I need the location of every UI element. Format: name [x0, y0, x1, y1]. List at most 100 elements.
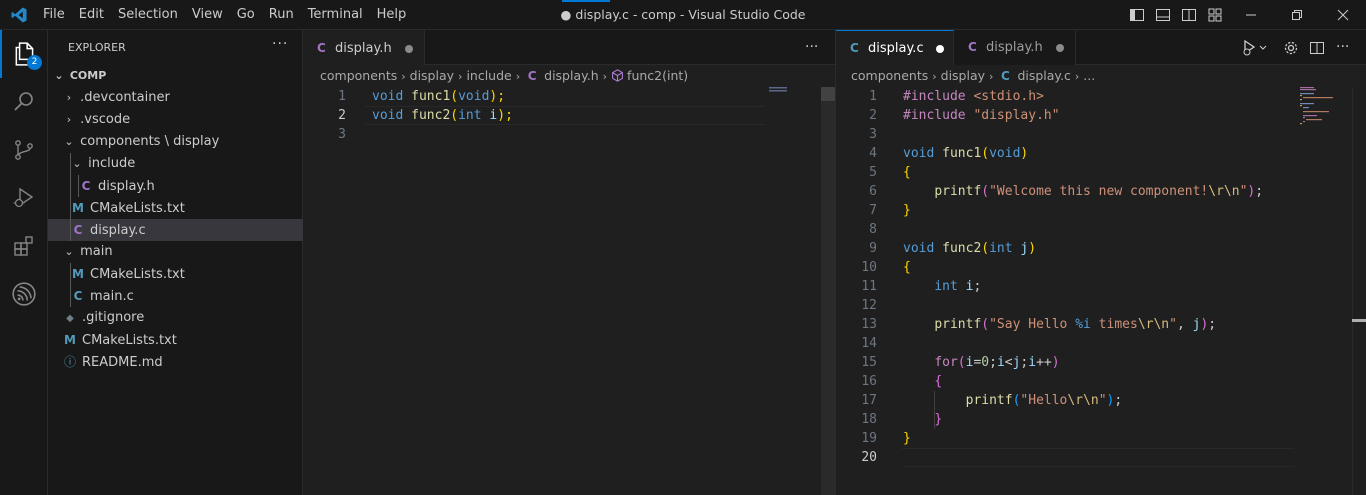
chevron-down-icon: ⌄	[54, 69, 64, 82]
crumb-display[interactable]: display	[410, 68, 454, 83]
code-line[interactable]: #include "display.h"	[903, 106, 1060, 125]
code-token: ;	[989, 355, 997, 370]
code-token: func2	[411, 108, 451, 123]
activity-source-control[interactable]	[0, 126, 48, 174]
code-line[interactable]: #include <stdio.h>	[903, 87, 1044, 106]
menu-help[interactable]: Help	[370, 0, 414, 30]
menu-terminal[interactable]: Terminal	[301, 0, 370, 30]
code-line[interactable]: printf("Welcome this new component!\r\n"…	[903, 182, 1263, 201]
code-token: %i	[1075, 317, 1091, 332]
customize-layout-icon[interactable]	[1207, 7, 1223, 23]
crumb-components[interactable]: components	[851, 68, 928, 83]
code-line[interactable]: }	[903, 429, 911, 448]
code-token: #include	[903, 89, 966, 104]
tree-item-vscode[interactable]: › .vscode	[48, 109, 316, 131]
activity-search[interactable]	[0, 78, 48, 126]
crumb-display[interactable]: display	[941, 68, 985, 83]
tree-item-cmakelists-root[interactable]: M CMakeLists.txt	[48, 329, 316, 351]
tree-item-main-c[interactable]: Cmain.c	[48, 285, 324, 307]
tree-item-gitignore[interactable]: ◆ .gitignore	[48, 307, 316, 329]
unsaved-dot-icon[interactable]	[936, 45, 944, 53]
code-token: printf	[934, 184, 982, 199]
code-token: (	[981, 184, 990, 199]
tree-item-include[interactable]: ⌄ include	[48, 153, 324, 175]
crumb-symbol[interactable]: func2(int)	[627, 68, 688, 83]
c-file-icon: C	[81, 179, 91, 193]
right-minimap[interactable]	[1300, 87, 1346, 127]
code-line[interactable]: {	[903, 163, 911, 182]
right-editor[interactable]: components › display › Cdisplay.c ›... 123456…	[836, 65, 1366, 495]
menu-go[interactable]: Go	[230, 0, 262, 30]
crumb-include[interactable]: include	[466, 68, 511, 83]
code-line[interactable]: {	[903, 258, 911, 277]
toggle-primary-sidebar-icon[interactable]	[1129, 7, 1145, 23]
extensions-icon	[14, 236, 33, 256]
git-file-icon: ◆	[66, 313, 74, 324]
tab-display-c[interactable]: C display.c	[836, 30, 954, 65]
right-editor-more-actions[interactable]: ···	[1336, 30, 1349, 65]
unsaved-dot-icon[interactable]	[1056, 44, 1064, 52]
activity-espressif[interactable]	[0, 270, 48, 318]
toggle-panel-icon[interactable]	[1155, 7, 1171, 23]
toggle-secondary-sidebar-icon[interactable]	[1181, 7, 1197, 23]
minimize-button[interactable]	[1228, 0, 1274, 30]
symbol-method-icon	[612, 69, 623, 82]
code-line[interactable]: void func1(void);	[372, 87, 505, 106]
menu-edit[interactable]: Edit	[72, 0, 111, 30]
tree-item-cmakelists-main[interactable]: M CMakeLists.txt	[48, 263, 324, 285]
tab-display-h-left[interactable]: C display.h	[303, 30, 425, 65]
menu-run[interactable]: Run	[262, 0, 301, 30]
folder-root-label: COMP	[69, 69, 107, 82]
code-line[interactable]: void func1(void)	[903, 144, 1028, 163]
code-token: printf	[934, 317, 982, 332]
code-line[interactable]: for(i=0;i<j;i++)	[903, 353, 1059, 372]
vscode-logo-icon[interactable]	[10, 6, 28, 24]
split-editor-icon[interactable]	[1309, 40, 1325, 56]
activity-run-debug[interactable]	[0, 174, 48, 222]
left-minimap[interactable]	[769, 87, 799, 95]
code-line[interactable]: void func2(int j)	[903, 239, 1036, 258]
close-window-button[interactable]	[1320, 0, 1366, 30]
c-file-icon: C	[968, 40, 977, 54]
explorer-more-actions[interactable]: ···	[272, 36, 288, 52]
activity-extensions[interactable]	[0, 222, 48, 270]
close-icon	[1337, 9, 1349, 21]
code-line[interactable]: {	[903, 372, 942, 391]
run-debug-dropdown-icon[interactable]	[1242, 39, 1268, 57]
unsaved-dot-icon[interactable]	[405, 45, 413, 53]
tree-item-devcontainer[interactable]: › .devcontainer	[48, 87, 316, 109]
crumb-components[interactable]: components	[320, 68, 397, 83]
left-scrollbar[interactable]	[821, 87, 835, 495]
code-line[interactable]: }	[903, 410, 942, 429]
tree-item-readme[interactable]: ⓘ README.md	[48, 351, 316, 373]
activity-explorer[interactable]: 2	[0, 30, 48, 78]
menu-view[interactable]: View	[185, 0, 230, 30]
code-line[interactable]: printf("Hello\r\n");	[903, 391, 1123, 410]
tree-item-main[interactable]: ⌄ main	[48, 241, 316, 263]
tree-item-display-c[interactable]: Cdisplay.c	[48, 219, 324, 241]
crumb-file[interactable]: display.c	[1017, 68, 1070, 83]
code-token: (	[450, 108, 459, 123]
left-scrollbar-thumb[interactable]	[821, 87, 835, 101]
tree-item-cmakelists-component[interactable]: M CMakeLists.txt	[48, 197, 324, 219]
menu-selection[interactable]: Selection	[111, 0, 185, 30]
crumb-ellipsis[interactable]: ...	[1083, 68, 1095, 83]
code-line[interactable]: }	[903, 201, 911, 220]
tree-item-display-h[interactable]: Cdisplay.h	[48, 175, 332, 197]
left-editor[interactable]: components › display › include › Cdisplay.h › fu…	[303, 65, 835, 495]
crumb-file[interactable]: display.h	[544, 68, 599, 83]
menu-file[interactable]: File	[36, 0, 72, 30]
restore-button[interactable]	[1274, 0, 1320, 30]
right-scrollbar[interactable]	[1352, 87, 1366, 495]
folder-root[interactable]: ⌄ COMP	[48, 65, 306, 87]
code-token: void	[372, 89, 404, 104]
code-line[interactable]: printf("Say Hello %i times\r\n", j);	[903, 315, 1216, 334]
code-token: {	[903, 165, 911, 180]
tab-display-h-right[interactable]: C display.h	[954, 30, 1076, 65]
tree-item-components-display[interactable]: ⌄ components \ display	[48, 131, 316, 153]
code-line[interactable]: int i;	[903, 277, 981, 296]
code-line[interactable]: void func2(int i);	[372, 106, 513, 125]
gear-icon[interactable]	[1283, 40, 1299, 56]
left-editor-more-actions[interactable]: ···	[805, 30, 818, 65]
activity-bar: 2	[0, 30, 48, 495]
